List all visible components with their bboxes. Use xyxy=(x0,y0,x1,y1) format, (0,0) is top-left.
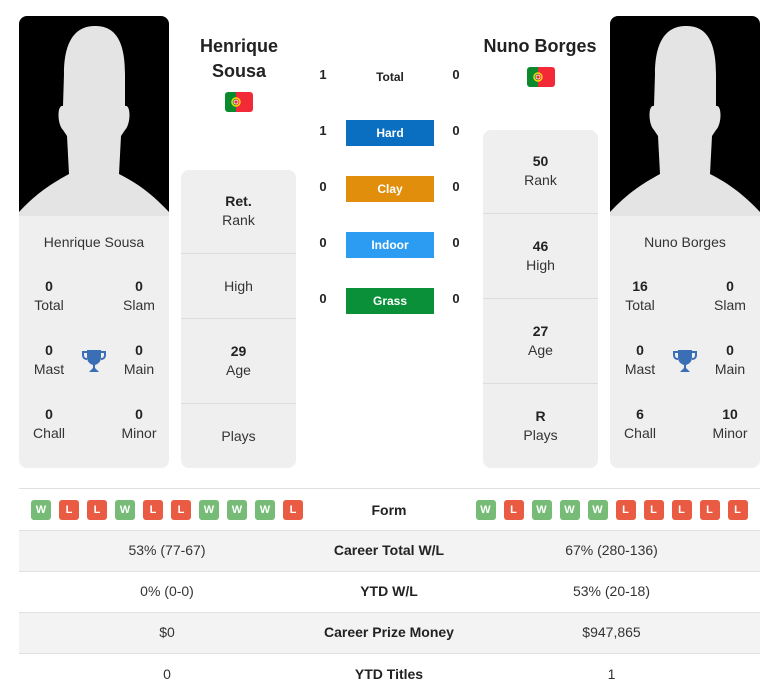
trophy-icon xyxy=(81,348,107,374)
h2h-total-left: 1 xyxy=(319,67,327,82)
form-badge-loss[interactable]: L xyxy=(143,500,163,520)
portugal-flag-icon xyxy=(225,92,253,112)
row-label: Career Prize Money xyxy=(324,624,454,640)
surface-grass-button[interactable]: Grass xyxy=(346,288,434,314)
form-badge-loss[interactable]: L xyxy=(615,500,636,520)
right-titles-minor: 10 Minor xyxy=(712,406,748,441)
form-badge-win[interactable]: W xyxy=(115,500,135,520)
right-titles-slam: 0 Slam xyxy=(714,278,746,313)
form-badge-loss[interactable]: L xyxy=(87,500,107,520)
h2h-hard-left: 1 xyxy=(319,123,327,138)
surface-clay-button[interactable]: Clay xyxy=(346,176,434,202)
left-value: 53% (77-67) xyxy=(128,542,206,558)
right-value: 67% (280-136) xyxy=(565,542,658,558)
form-badge-loss[interactable]: L xyxy=(643,500,664,520)
surface-hard-button[interactable]: Hard xyxy=(346,120,434,146)
form-badge-loss[interactable]: L xyxy=(59,500,79,520)
form-badge-win[interactable]: W xyxy=(31,500,51,520)
left-titles-chall: 0 Chall xyxy=(33,406,65,441)
left-player-title[interactable]: Henrique Sousa xyxy=(180,34,298,84)
trophy-icon xyxy=(672,348,698,374)
left-stats-column: Ret. Rank High 29 Age Plays xyxy=(181,170,296,468)
right-titles-main: 0 Main xyxy=(714,342,746,377)
left-form-badges: WLLWLLWWWL xyxy=(19,500,315,520)
h2h-indoor-left: 0 xyxy=(319,235,327,250)
right-value: $947,865 xyxy=(582,624,641,640)
right-stat-plays: R Plays xyxy=(523,408,558,443)
left-stat-plays: Plays xyxy=(221,428,256,444)
right-value: 1 xyxy=(607,666,616,682)
right-stat-high: 46 High xyxy=(483,214,598,299)
left-titles-total: 0 Total xyxy=(34,278,64,313)
comparison-row: $0 Career Prize Money $947,865 xyxy=(19,612,760,653)
form-badge-loss[interactable]: L xyxy=(503,500,524,520)
silhouette-icon xyxy=(610,26,760,216)
right-titles-mast: 0 Mast xyxy=(624,342,656,377)
right-titles-total: 16 Total xyxy=(625,278,655,313)
h2h-grass-right: 0 xyxy=(452,291,460,306)
form-badge-win[interactable]: W xyxy=(255,500,275,520)
left-stat-rank: Ret. Rank xyxy=(181,170,296,254)
right-value: 53% (20-18) xyxy=(572,583,651,599)
h2h-clay-left: 0 xyxy=(319,179,327,194)
right-titles-chall: 6 Chall xyxy=(624,406,656,441)
right-player-name: Nuno Borges xyxy=(644,234,726,250)
surface-indoor-button[interactable]: Indoor xyxy=(346,232,434,258)
form-badge-win[interactable]: W xyxy=(587,500,608,520)
portugal-flag-icon xyxy=(527,67,555,87)
left-titles-mast: 0 Mast xyxy=(33,342,65,377)
row-label: Career Total W/L xyxy=(333,542,445,558)
right-player-card: Nuno Borges 16 Total 0 Slam 0 Mast 0 Mai… xyxy=(610,16,760,468)
form-badge-win[interactable]: W xyxy=(531,500,552,520)
form-badge-loss[interactable]: L xyxy=(699,500,720,520)
h2h-indoor-right: 0 xyxy=(452,235,460,250)
silhouette-icon xyxy=(19,26,169,216)
comparison-row: 0% (0-0) YTD W/L 53% (20-18) xyxy=(19,571,760,612)
form-badge-win[interactable]: W xyxy=(199,500,219,520)
right-form-badges: WLWWWLLLLL xyxy=(463,500,760,520)
form-badge-loss[interactable]: L xyxy=(671,500,692,520)
form-badge-win[interactable]: W xyxy=(227,500,247,520)
left-titles-slam: 0 Slam xyxy=(123,278,155,313)
left-value: 0% (0-0) xyxy=(140,583,194,599)
form-badge-loss[interactable]: L xyxy=(283,500,303,520)
h2h-grass-left: 0 xyxy=(319,291,327,306)
left-value: $0 xyxy=(159,624,175,640)
left-stat-high: High xyxy=(181,254,296,319)
row-label: YTD Titles xyxy=(354,666,424,682)
comparison-row: 0 YTD Titles 1 xyxy=(19,653,760,699)
h2h-hard-right: 0 xyxy=(452,123,460,138)
form-badge-win[interactable]: W xyxy=(559,500,580,520)
right-stat-age: 27 Age xyxy=(483,299,598,384)
h2h-total-label: Total xyxy=(376,70,404,84)
form-badge-loss[interactable]: L xyxy=(727,500,748,520)
comparison-row: 53% (77-67) Career Total W/L 67% (280-13… xyxy=(19,530,760,571)
h2h-total-right: 0 xyxy=(452,67,460,82)
form-row: WLLWLLWWWL Form WLWWWLLLLL xyxy=(19,488,760,530)
right-player-photo xyxy=(610,16,760,216)
form-label: Form xyxy=(371,502,407,518)
right-stats-column: 50 Rank 46 High 27 Age R Plays xyxy=(483,130,598,468)
right-stat-rank: 50 Rank xyxy=(483,130,598,214)
right-player-title[interactable]: Nuno Borges xyxy=(480,34,600,59)
row-label: YTD W/L xyxy=(360,583,418,599)
form-badge-win[interactable]: W xyxy=(475,500,496,520)
left-value: 0 xyxy=(163,666,171,682)
left-stat-age: 29 Age xyxy=(181,319,296,404)
h2h-clay-right: 0 xyxy=(452,179,460,194)
left-titles-main: 0 Main xyxy=(123,342,155,377)
form-badge-loss[interactable]: L xyxy=(171,500,191,520)
left-titles-minor: 0 Minor xyxy=(121,406,157,441)
left-player-photo xyxy=(19,16,169,216)
left-player-name: Henrique Sousa xyxy=(43,234,145,250)
left-player-card: Henrique Sousa 0 Total 0 Slam 0 Mast 0 M… xyxy=(19,16,169,468)
